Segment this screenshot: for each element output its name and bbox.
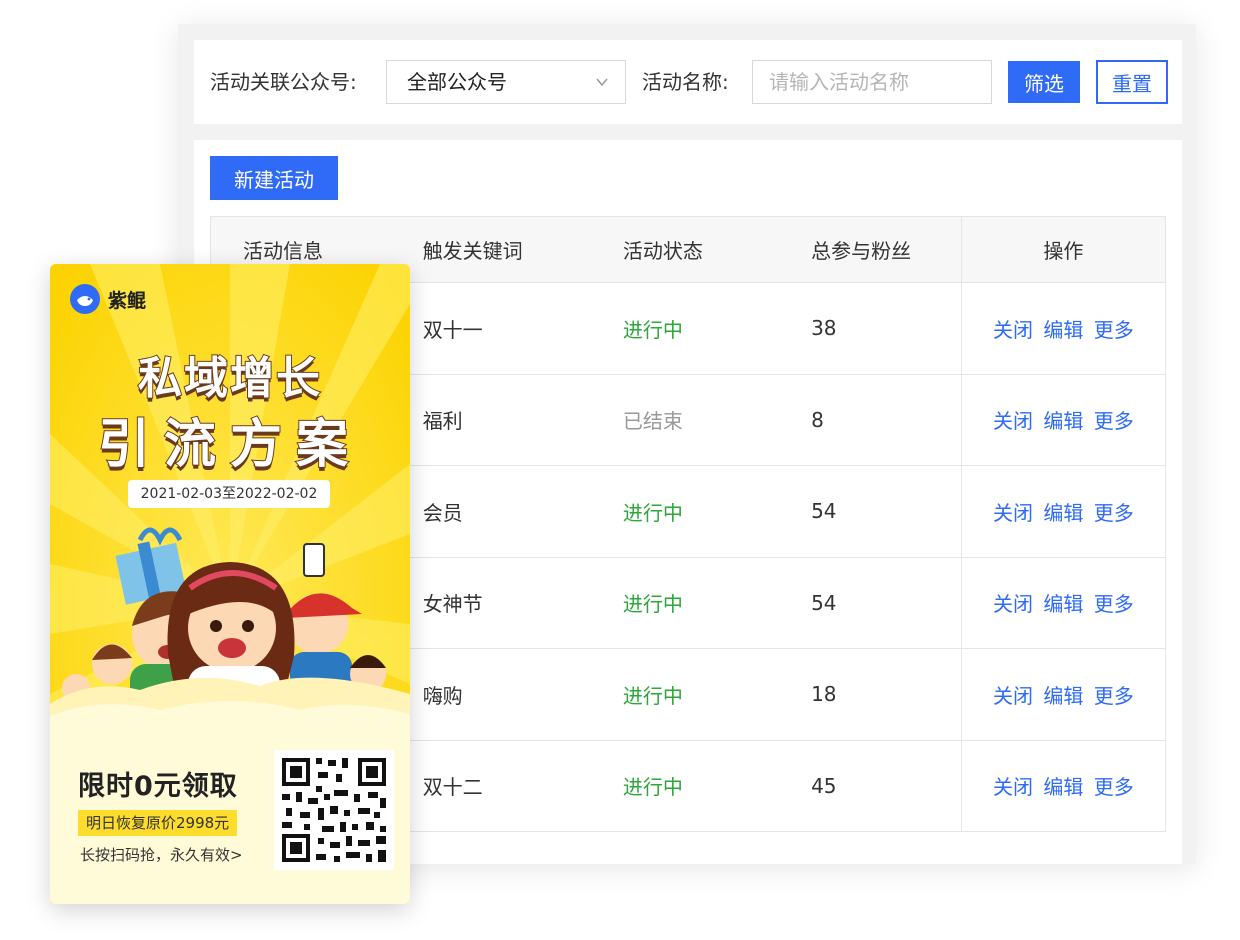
- brand-logo: 紫鲲: [70, 284, 146, 314]
- more-link[interactable]: 更多: [1094, 775, 1134, 799]
- close-link[interactable]: 关闭: [993, 684, 1033, 708]
- phone-icon: [303, 543, 325, 577]
- whale-icon: [70, 284, 100, 314]
- brand-name: 紫鲲: [108, 289, 147, 312]
- column-header-fans: 总参与粉丝: [779, 216, 962, 283]
- account-select-value: 全部公众号: [407, 70, 507, 94]
- keyword-cell: 女神节: [390, 557, 591, 649]
- edit-link[interactable]: 编辑: [1043, 501, 1083, 525]
- fans-cell: 54: [779, 557, 962, 649]
- edit-link[interactable]: 编辑: [1043, 318, 1083, 342]
- edit-link[interactable]: 编辑: [1043, 409, 1083, 433]
- status-cell: 进行中: [590, 648, 780, 741]
- actions-cell: 关闭 编辑 更多: [960, 374, 1166, 466]
- edit-link[interactable]: 编辑: [1043, 684, 1083, 708]
- actions-cell: 关闭 编辑 更多: [960, 740, 1166, 832]
- column-header-status: 活动状态: [590, 216, 780, 283]
- poster-offer-title: 限时0元领取: [78, 771, 238, 802]
- new-activity-button[interactable]: 新建活动: [210, 156, 338, 200]
- status-cell: 进行中: [590, 740, 780, 832]
- chevron-down-icon: [596, 78, 608, 87]
- fans-cell: 8: [779, 374, 962, 466]
- poster-date-range: 2021-02-03至2022-02-02: [128, 480, 330, 508]
- more-link[interactable]: 更多: [1094, 318, 1134, 342]
- more-link[interactable]: 更多: [1094, 684, 1134, 708]
- column-header-keyword: 触发关键词: [390, 216, 591, 283]
- keyword-cell: 会员: [390, 465, 591, 558]
- poster-price-tag: 明日恢复原价2998元: [78, 810, 238, 836]
- filter-bar: 活动关联公众号: 全部公众号 活动名称: 筛选 重置: [194, 40, 1182, 124]
- name-filter-label: 活动名称:: [642, 70, 729, 94]
- keyword-cell: 双十一: [390, 282, 591, 375]
- close-link[interactable]: 关闭: [993, 409, 1033, 433]
- status-cell: 进行中: [590, 465, 780, 558]
- more-link[interactable]: 更多: [1094, 409, 1134, 433]
- column-header-actions: 操作: [960, 216, 1166, 283]
- keyword-cell: 双十二: [390, 740, 591, 832]
- fans-cell: 54: [779, 465, 962, 558]
- status-cell: 进行中: [590, 282, 780, 375]
- qr-code-icon: [274, 750, 394, 870]
- keyword-cell: 嗨购: [390, 648, 591, 741]
- more-link[interactable]: 更多: [1094, 501, 1134, 525]
- reset-button[interactable]: 重置: [1096, 60, 1168, 104]
- keyword-cell: 福利: [390, 374, 591, 466]
- fans-cell: 18: [779, 648, 962, 741]
- qr-code: [274, 750, 394, 870]
- poster-headline-1: 私域增长: [137, 352, 322, 405]
- actions-cell: 关闭 编辑 更多: [960, 557, 1166, 649]
- activity-name-input[interactable]: [752, 60, 992, 104]
- filter-button[interactable]: 筛选: [1008, 61, 1080, 103]
- actions-cell: 关闭 编辑 更多: [960, 282, 1166, 375]
- promo-poster: 紫鲲 私域增长 引流方案 2021-02-03至2022-02-02 限时0元领…: [50, 264, 410, 904]
- edit-link[interactable]: 编辑: [1043, 592, 1083, 616]
- close-link[interactable]: 关闭: [993, 592, 1033, 616]
- actions-cell: 关闭 编辑 更多: [960, 648, 1166, 741]
- fans-cell: 45: [779, 740, 962, 832]
- fans-cell: 38: [779, 282, 962, 375]
- status-cell: 进行中: [590, 557, 780, 649]
- edit-link[interactable]: 编辑: [1043, 775, 1083, 799]
- close-link[interactable]: 关闭: [993, 775, 1033, 799]
- poster-headline-2: 引流方案: [97, 414, 362, 476]
- close-link[interactable]: 关闭: [993, 501, 1033, 525]
- close-link[interactable]: 关闭: [993, 318, 1033, 342]
- status-cell: 已结束: [590, 374, 780, 466]
- actions-cell: 关闭 编辑 更多: [960, 465, 1166, 558]
- account-filter-label: 活动关联公众号:: [210, 70, 357, 94]
- poster-scan-note: 长按扫码抢，永久有效>: [80, 846, 243, 864]
- account-select[interactable]: 全部公众号: [386, 60, 626, 104]
- more-link[interactable]: 更多: [1094, 592, 1134, 616]
